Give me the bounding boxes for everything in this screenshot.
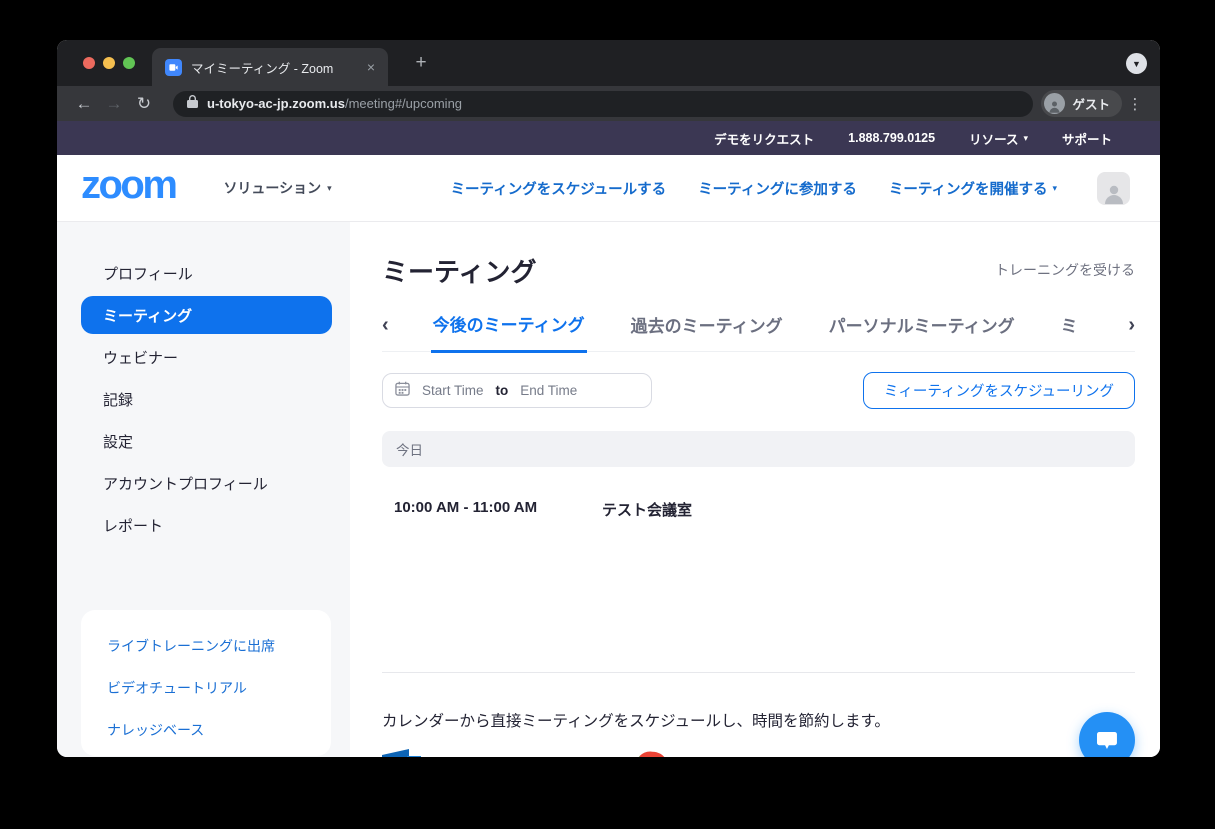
- tabs-scroll-left-icon[interactable]: ‹: [382, 314, 389, 349]
- tab-title: マイミーティング - Zoom: [191, 61, 334, 76]
- zoom-logo[interactable]: zoom: [81, 165, 178, 211]
- chrome-icon: [636, 751, 669, 757]
- tab-personal-meetings[interactable]: パーソナルミーティング: [827, 312, 1017, 351]
- window-minimize-button[interactable]: [103, 57, 115, 69]
- knowledge-base-link[interactable]: ナレッジベース: [107, 720, 331, 740]
- window-controls: [83, 57, 135, 69]
- video-tutorials-link[interactable]: ビデオチュートリアル: [107, 678, 331, 698]
- end-time-placeholder: End Time: [520, 383, 578, 398]
- meeting-row[interactable]: 10:00 AM - 11:00 AM テスト会議室: [382, 499, 1135, 520]
- window-zoom-button[interactable]: [123, 57, 135, 69]
- schedule-meeting-link[interactable]: ミーティングをスケジュールする: [451, 178, 667, 199]
- url-path: /meeting#/upcoming: [344, 96, 463, 111]
- section-divider: [382, 672, 1135, 673]
- sidebar: プロフィール ミーティング ウェビナー 記録 設定 アカウントプロフィール レポ…: [57, 222, 350, 757]
- tab-close-icon[interactable]: ×: [364, 59, 378, 75]
- utility-nav: デモをリクエスト 1.888.799.0125 リソース ▾ サポート: [57, 121, 1160, 155]
- chrome-extension-item[interactable]: Chromeの拡張機能: [636, 751, 824, 757]
- solutions-label: ソリューション: [223, 180, 322, 196]
- chevron-down-icon: ▾: [1023, 132, 1028, 143]
- browser-toolbar: ← → ↻ u-tokyo-ac-jp.zoom.us/meeting#/upc…: [57, 86, 1160, 121]
- browser-profile-badge[interactable]: ゲスト: [1041, 90, 1122, 117]
- user-avatar[interactable]: [1097, 171, 1130, 205]
- sidebar-item-recordings[interactable]: 記録: [81, 380, 332, 418]
- browser-tab-strip: マイミーティング - Zoom × + ▼: [57, 40, 1160, 86]
- sidebar-item-reports[interactable]: レポート: [81, 506, 332, 544]
- browser-window: マイミーティング - Zoom × + ▼ ← → ↻ u-tokyo-ac-j…: [57, 40, 1160, 757]
- start-time-placeholder: Start Time: [422, 383, 484, 398]
- outlook-icon: [382, 749, 422, 757]
- date-range-picker[interactable]: Start Time to End Time: [382, 373, 652, 408]
- today-group-header: 今日: [382, 431, 1135, 467]
- zoom-favicon-icon: [165, 58, 182, 76]
- live-training-link[interactable]: ライブトレーニングに出席: [107, 636, 331, 656]
- host-meeting-label: ミーティングを開催する: [888, 181, 1048, 198]
- resources-dropdown[interactable]: リソース ▾: [969, 129, 1028, 148]
- phone-number-link[interactable]: 1.888.799.0125: [848, 131, 935, 145]
- tabs-scroll-right-icon[interactable]: ›: [1128, 314, 1135, 349]
- resources-label: リソース: [969, 132, 1019, 147]
- url-domain: u-tokyo-ac-jp.zoom.us: [207, 96, 345, 111]
- tab-truncated[interactable]: ミ: [1059, 312, 1080, 351]
- main-content: ミーティング トレーニングを受ける ‹ 今後のミーティング 過去のミーティング …: [350, 222, 1160, 757]
- sidebar-item-settings[interactable]: 設定: [81, 422, 332, 460]
- calendar-promo-text: カレンダーから直接ミーティングをスケジュールし、時間を節約します。: [382, 713, 890, 730]
- page-title: ミーティング: [382, 257, 537, 287]
- new-tab-button[interactable]: +: [409, 53, 433, 73]
- host-meeting-dropdown[interactable]: ミーティングを開催する ▾: [889, 178, 1057, 199]
- outlook-plugin-item[interactable]: Microsoft Outlookプラ: [382, 749, 596, 757]
- sidebar-help-card: ライブトレーニングに出席 ビデオチュートリアル ナレッジベース: [81, 610, 331, 756]
- meeting-topic[interactable]: テスト会議室: [602, 499, 692, 520]
- chevron-down-icon: ▾: [1052, 182, 1057, 193]
- sidebar-item-account-profile[interactable]: アカウントプロフィール: [81, 464, 332, 502]
- calendar-icon: [395, 381, 410, 401]
- sidebar-item-webinars[interactable]: ウェビナー: [81, 338, 332, 376]
- window-close-button[interactable]: [83, 57, 95, 69]
- meeting-tabs: ‹ 今後のミーティング 過去のミーティング パーソナルミーティング ミ ›: [382, 311, 1135, 353]
- site-header: zoom ソリューション ▾ ミーティングをスケジュールする ミーティングに参加…: [57, 155, 1160, 222]
- meeting-time: 10:00 AM - 11:00 AM: [394, 499, 538, 516]
- get-training-link[interactable]: トレーニングを受ける: [995, 260, 1135, 280]
- solutions-dropdown[interactable]: ソリューション ▾: [223, 178, 331, 198]
- tab-search-button[interactable]: ▼: [1126, 53, 1147, 74]
- tab-upcoming-meetings[interactable]: 今後のミーティング: [430, 311, 587, 353]
- guest-avatar-icon: [1044, 93, 1066, 114]
- address-bar[interactable]: u-tokyo-ac-jp.zoom.us/meeting#/upcoming: [173, 90, 1034, 117]
- browser-menu-icon[interactable]: ⋮: [1122, 95, 1148, 113]
- schedule-meeting-button[interactable]: ミィーティングをスケジューリング: [862, 372, 1135, 409]
- back-icon[interactable]: ←: [69, 94, 99, 114]
- sidebar-item-meetings[interactable]: ミーティング: [81, 296, 332, 334]
- forward-icon[interactable]: →: [99, 94, 129, 114]
- guest-label: ゲスト: [1072, 98, 1110, 112]
- browser-tab[interactable]: マイミーティング - Zoom ×: [152, 48, 388, 86]
- to-label: to: [495, 383, 509, 398]
- support-link[interactable]: サポート: [1062, 129, 1112, 148]
- chevron-down-icon: ▾: [327, 182, 332, 193]
- reload-icon[interactable]: ↻: [129, 94, 159, 114]
- sidebar-item-profile[interactable]: プロフィール: [81, 254, 332, 292]
- request-demo-link[interactable]: デモをリクエスト: [714, 129, 814, 148]
- join-meeting-link[interactable]: ミーティングに参加する: [698, 178, 857, 199]
- tab-previous-meetings[interactable]: 過去のミーティング: [629, 312, 785, 351]
- lock-icon: [187, 94, 198, 113]
